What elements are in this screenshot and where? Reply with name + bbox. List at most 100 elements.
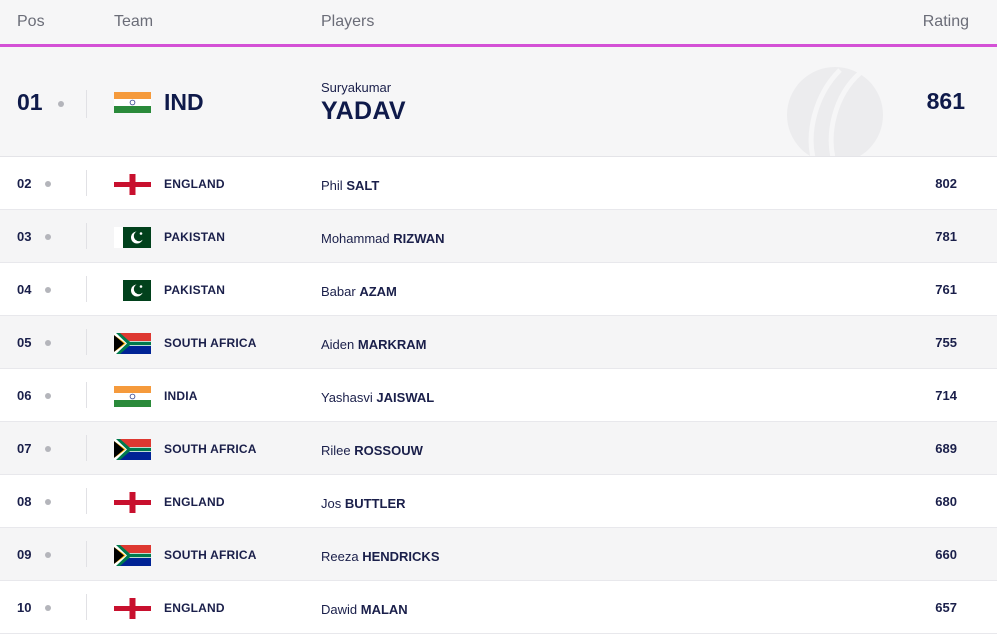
cricket-ball-logo-icon bbox=[787, 67, 883, 156]
player-name[interactable]: Dawid MALAN bbox=[321, 602, 408, 617]
player-name[interactable]: Jos BUTTLER bbox=[321, 496, 406, 511]
header-rating: Rating bbox=[922, 13, 969, 30]
rating-value: 802 bbox=[935, 176, 957, 191]
divider bbox=[86, 276, 87, 302]
player-first-name: Mohammad bbox=[321, 231, 390, 246]
divider bbox=[86, 90, 87, 118]
divider bbox=[86, 170, 87, 196]
table-row[interactable]: 06 INDIA Yashasvi JAISWAL 714 bbox=[0, 369, 997, 422]
pakistan-flag-icon bbox=[114, 280, 151, 301]
header-pos: Pos bbox=[17, 13, 45, 30]
player-last-name: SALT bbox=[346, 178, 380, 193]
team-name: INDIA bbox=[164, 389, 198, 403]
south-africa-flag-icon bbox=[114, 439, 151, 460]
pakistan-flag-icon bbox=[114, 227, 151, 248]
india-flag-icon bbox=[114, 386, 151, 407]
player-name[interactable]: Reeza HENDRICKS bbox=[321, 549, 440, 564]
table-row[interactable]: 03 PAKISTAN Mohammad RIZWAN 781 bbox=[0, 210, 997, 263]
movement-dot-icon bbox=[45, 287, 51, 293]
team-name: SOUTH AFRICA bbox=[164, 548, 257, 562]
divider bbox=[86, 435, 87, 461]
position: 09 bbox=[17, 547, 32, 562]
position: 05 bbox=[17, 335, 32, 350]
player-name[interactable]: Yashasvi JAISWAL bbox=[321, 390, 434, 405]
header-players: Players bbox=[321, 13, 375, 30]
team-name: SOUTH AFRICA bbox=[164, 442, 257, 456]
player-first-name[interactable]: Suryakumar bbox=[321, 80, 391, 95]
player-name[interactable]: Babar AZAM bbox=[321, 284, 397, 299]
position: 08 bbox=[17, 494, 32, 509]
table-row[interactable]: 07 SOUTH AFRICA Rilee ROSSOUW 689 bbox=[0, 422, 997, 475]
player-last-name: AZAM bbox=[359, 284, 397, 299]
divider bbox=[86, 382, 87, 408]
south-africa-flag-icon bbox=[114, 545, 151, 566]
rating-value: 680 bbox=[935, 494, 957, 509]
player-first-name: Reeza bbox=[321, 549, 359, 564]
top-ranked-row[interactable]: 01 IND Suryakumar YADAV 861 bbox=[0, 47, 997, 157]
movement-dot-icon bbox=[45, 552, 51, 558]
divider bbox=[86, 223, 87, 249]
player-last-name: HENDRICKS bbox=[362, 549, 440, 564]
player-first-name: Yashasvi bbox=[321, 390, 373, 405]
player-last-name: BUTTLER bbox=[344, 496, 406, 511]
player-last-name: ROSSOUW bbox=[354, 443, 423, 458]
position: 03 bbox=[17, 229, 32, 244]
position: 04 bbox=[17, 282, 32, 297]
team-name: ENGLAND bbox=[164, 495, 225, 509]
player-last-name: JAISWAL bbox=[376, 390, 435, 405]
movement-dot-icon bbox=[45, 446, 51, 452]
movement-dot-icon bbox=[45, 234, 51, 240]
table-row[interactable]: 08 ENGLAND Jos BUTTLER 680 bbox=[0, 475, 997, 528]
divider bbox=[86, 541, 87, 567]
table-row[interactable]: 04 PAKISTAN Babar AZAM 761 bbox=[0, 263, 997, 316]
team-name: PAKISTAN bbox=[164, 283, 226, 297]
player-name[interactable]: Mohammad RIZWAN bbox=[321, 231, 445, 246]
divider bbox=[86, 594, 87, 620]
player-first-name: Dawid bbox=[321, 602, 358, 617]
rating-value: 689 bbox=[935, 441, 957, 456]
rating-value: 660 bbox=[935, 547, 957, 562]
movement-dot-icon bbox=[45, 499, 51, 505]
team-name: IND bbox=[164, 89, 204, 115]
table-row[interactable]: 05 SOUTH AFRICA Aiden MARKRAM 755 bbox=[0, 316, 997, 369]
position: 07 bbox=[17, 441, 32, 456]
rating-value: 755 bbox=[935, 335, 957, 350]
rating-value: 761 bbox=[935, 282, 957, 297]
table-header: Pos Team Players Rating bbox=[0, 0, 997, 47]
team-name: ENGLAND bbox=[164, 601, 225, 615]
rating-value: 781 bbox=[935, 229, 957, 244]
player-first-name: Rilee bbox=[321, 443, 351, 458]
team-name: ENGLAND bbox=[164, 177, 225, 191]
player-first-name: Phil bbox=[321, 178, 343, 193]
table-row[interactable]: 09 SOUTH AFRICA Reeza HENDRICKS 660 bbox=[0, 528, 997, 581]
player-first-name: Babar bbox=[321, 284, 356, 299]
movement-dot-icon bbox=[45, 181, 51, 187]
england-flag-icon bbox=[114, 174, 151, 195]
player-name[interactable]: Rilee ROSSOUW bbox=[321, 443, 423, 458]
team-name: PAKISTAN bbox=[164, 230, 226, 244]
player-last-name: MALAN bbox=[360, 602, 408, 617]
position: 06 bbox=[17, 388, 32, 403]
player-last-name: MARKRAM bbox=[357, 337, 427, 352]
position: 01 bbox=[17, 89, 43, 115]
movement-dot-icon bbox=[45, 393, 51, 399]
header-team: Team bbox=[114, 13, 154, 30]
movement-dot-icon bbox=[45, 340, 51, 346]
player-last-name: RIZWAN bbox=[393, 231, 445, 246]
player-name[interactable]: Aiden MARKRAM bbox=[321, 337, 426, 352]
divider bbox=[86, 329, 87, 355]
table-row[interactable]: 02 ENGLAND Phil SALT 802 bbox=[0, 157, 997, 210]
divider bbox=[86, 488, 87, 514]
position: 02 bbox=[17, 176, 32, 191]
rating-value: 714 bbox=[935, 388, 957, 403]
table-row[interactable]: 10 ENGLAND Dawid MALAN 657 bbox=[0, 581, 997, 634]
player-first-name: Jos bbox=[321, 496, 342, 511]
player-last-name[interactable]: YADAV bbox=[321, 97, 406, 126]
team-name: SOUTH AFRICA bbox=[164, 336, 257, 350]
movement-dot-icon bbox=[45, 605, 51, 611]
south-africa-flag-icon bbox=[114, 333, 151, 354]
england-flag-icon bbox=[114, 598, 151, 619]
england-flag-icon bbox=[114, 492, 151, 513]
india-flag-icon bbox=[114, 92, 151, 114]
player-name[interactable]: Phil SALT bbox=[321, 178, 379, 193]
